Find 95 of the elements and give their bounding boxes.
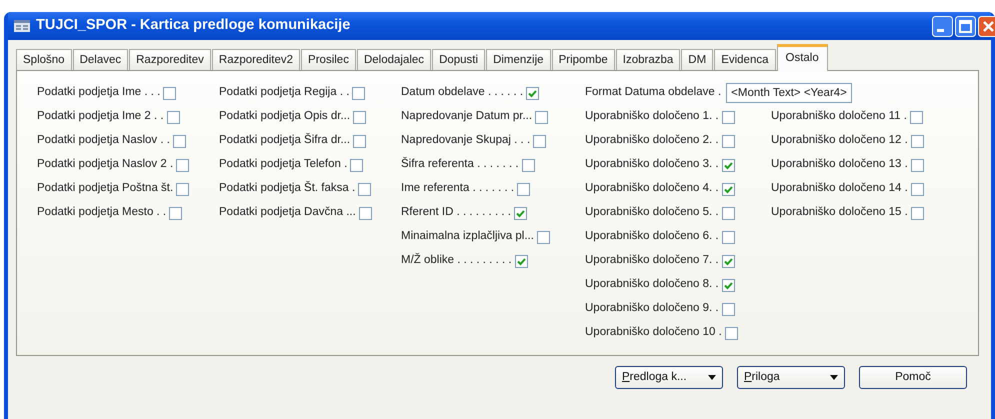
checkbox[interactable]: [910, 110, 923, 124]
checkbox[interactable]: [172, 134, 186, 148]
window-title: TUJCI_SPOR - Kartica predloge komunikacije: [36, 16, 350, 36]
field-label: Uporabniško določeno 13 .: [771, 157, 908, 172]
field-label: Podatki podjetja Telefon .: [219, 157, 348, 172]
checkbox[interactable]: [722, 158, 735, 172]
field-label: Uporabniško določeno 2. .: [585, 133, 719, 148]
tab[interactable]: Dopusti: [432, 49, 486, 70]
checkbox[interactable]: [910, 134, 924, 148]
tab[interactable]: Dimenzije: [486, 49, 551, 70]
checkbox[interactable]: [535, 110, 548, 124]
checkbox[interactable]: [514, 206, 527, 220]
maximize-icon[interactable]: [955, 16, 976, 36]
checkbox[interactable]: [169, 206, 182, 220]
field-label: Podatki podjetja Naslov 2 .: [37, 157, 174, 172]
checkbox[interactable]: [166, 110, 180, 124]
checkbox[interactable]: [722, 134, 735, 148]
field-label: Podatki podjetja Ime 2 . .: [37, 109, 164, 124]
field-label: Uporabniško določeno 11 .: [771, 109, 907, 124]
caret-icon: [708, 375, 716, 380]
field-label: M/Ž oblike . . . . . . . . .: [401, 252, 512, 268]
tab[interactable]: Delavec: [72, 49, 128, 70]
tab[interactable]: Izobrazba: [616, 49, 680, 70]
tab[interactable]: Razporeditev2: [212, 49, 300, 70]
field-label: Uporabniško določeno 7. .: [585, 253, 719, 268]
checkbox[interactable]: [350, 158, 364, 172]
close-icon[interactable]: [978, 16, 995, 36]
checkbox[interactable]: [910, 206, 924, 220]
checkbox[interactable]: [533, 134, 546, 148]
tab[interactable]: Pripombe: [552, 49, 615, 70]
field-label: Podatki podjetja Ime . . .: [37, 85, 160, 100]
field-label: Podatki podjetja Šifra dr...: [219, 132, 350, 148]
field-label: Podatki podjetja Naslov . .: [37, 133, 170, 148]
checkbox[interactable]: [724, 326, 738, 340]
tab[interactable]: Splošno: [16, 49, 72, 70]
minimize-icon[interactable]: [932, 16, 953, 36]
tab[interactable]: Ostalo: [776, 44, 828, 71]
field-label: Podatki podjetja Regija . .: [219, 85, 350, 100]
checkbox[interactable]: [358, 182, 372, 196]
field-label: Podatki podjetja Št. faksa .: [219, 180, 356, 196]
dialog-button[interactable]: Priloga: [737, 366, 845, 389]
field-label: Format Datuma obdelave .: [585, 85, 722, 100]
field-label: Podatki podjetja Poštna št.: [37, 181, 174, 196]
checkbox[interactable]: [517, 182, 530, 196]
checkbox[interactable]: [910, 158, 924, 172]
checkbox[interactable]: [514, 254, 528, 268]
field-label: Uporabniško določeno 5. .: [585, 205, 719, 220]
tab[interactable]: DM: [681, 49, 714, 70]
checkbox[interactable]: [358, 206, 372, 220]
caret-icon: [830, 375, 838, 380]
tab[interactable]: Delodajalec: [356, 49, 432, 70]
field-label: Uporabniško določeno 15 .: [771, 205, 908, 220]
checkbox[interactable]: [722, 302, 735, 316]
checkbox[interactable]: [910, 182, 924, 196]
field-label: Napredovanje Skupaj . . .: [401, 133, 530, 148]
field-label: Minaimalna izplačljiva pl...: [401, 229, 534, 244]
field-label: Ime referenta . . . . . . .: [401, 181, 514, 196]
tab[interactable]: Razporeditev: [129, 49, 211, 70]
field-label: Uporabniško določeno 14 .: [771, 181, 908, 196]
field-label: Podatki podjetja Mesto . .: [37, 205, 166, 220]
tab[interactable]: Prosilec: [301, 49, 356, 70]
checkbox[interactable]: [352, 86, 366, 100]
tab[interactable]: Evidenca: [714, 49, 776, 70]
field-label: Podatki podjetja Opis dr...: [219, 109, 350, 124]
field-label: Šifra referenta . . . . . . .: [401, 156, 519, 172]
field-label: Uporabniško določeno 4. .: [585, 181, 719, 196]
field-label: Uporabniško določeno 3. .: [585, 157, 719, 172]
field-label: Datum obdelave . . . . . .: [401, 85, 524, 100]
checkbox[interactable]: [722, 110, 735, 124]
checkbox[interactable]: [176, 182, 190, 196]
checkbox[interactable]: [722, 182, 735, 196]
text-field[interactable]: <Month Text> <Year4>: [726, 83, 852, 103]
field-label: Uporabniško določeno 1. .: [585, 109, 719, 124]
field-label: Uporabniško določeno 9. .: [585, 301, 719, 316]
checkbox[interactable]: [353, 134, 366, 148]
checkbox[interactable]: [176, 158, 190, 172]
field-label: Uporabniško določeno 6. .: [585, 229, 719, 244]
checkbox[interactable]: [163, 86, 176, 100]
dialog-button[interactable]: Pomoč: [859, 366, 967, 389]
field-label: Napredovanje Datum pr...: [401, 109, 532, 124]
checkbox[interactable]: [522, 158, 535, 172]
checkbox[interactable]: [536, 230, 550, 244]
field-label: Rferent ID . . . . . . . . .: [401, 205, 511, 220]
checkbox[interactable]: [722, 230, 735, 244]
field-label: Uporabniško določeno 8. .: [585, 277, 719, 292]
checkbox[interactable]: [526, 86, 540, 100]
checkbox[interactable]: [722, 206, 735, 220]
checkbox[interactable]: [722, 278, 735, 292]
checkbox[interactable]: [722, 254, 735, 268]
checkbox[interactable]: [353, 110, 366, 124]
window-icon: [14, 20, 30, 32]
dialog-button[interactable]: Predloga k...: [615, 366, 723, 389]
field-label: Uporabniško določeno 10 .: [585, 325, 722, 340]
field-label: Podatki podjetja Davčna ...: [219, 205, 356, 220]
field-label: Uporabniško določeno 12 .: [771, 133, 908, 148]
